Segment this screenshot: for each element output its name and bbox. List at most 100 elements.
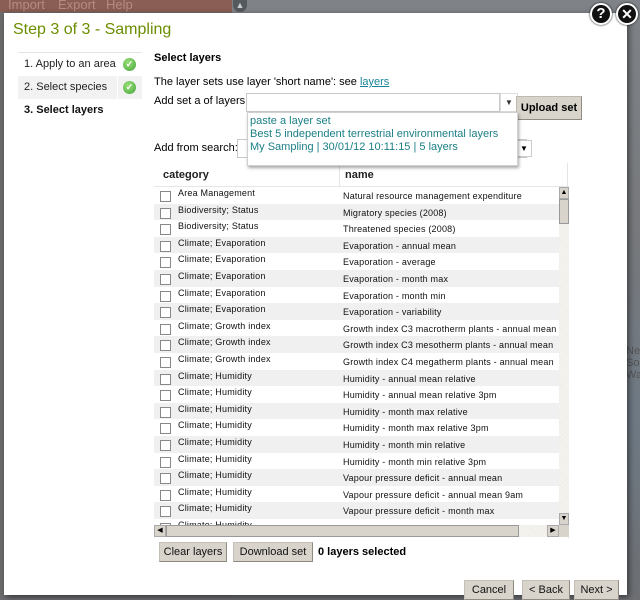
selected-count: 0 layers selected [318,546,407,558]
column-divider [567,163,568,187]
cell-category: Climate; Humidity [178,403,252,414]
section-heading: Select layers [154,52,222,64]
cell-name: Vapour pressure deficit - month max [343,506,495,517]
cell-category: Area Management [178,188,256,198]
cell-category: Climate; Evaporation [178,304,266,315]
layer-set-combobox[interactable] [246,93,500,112]
cell-category: Climate; Evaporation [178,270,266,281]
layers-table: category name Area Management Natural res… [154,163,569,539]
divider [117,76,118,99]
dropdown-option-best5[interactable]: Best 5 independent terrestrial environme… [248,128,517,141]
background-menu-bar: Import Export Help [0,0,232,12]
layer-checkbox[interactable] [160,439,171,451]
download-set-button[interactable]: Download set [233,542,313,562]
back-button[interactable]: < Back [522,580,570,600]
layer-checkbox[interactable] [160,290,171,302]
horizontal-scrollbar[interactable]: ◀ ▶ [154,525,559,537]
layer-checkbox[interactable] [160,340,171,352]
dropdown-option-my-sampling[interactable]: My Sampling | 30/01/12 10:11:15 | 5 laye… [248,141,517,154]
step-select-species[interactable]: 2. Select species ✓ [18,76,142,99]
info-text-body: The layer sets use layer 'short name': s… [154,76,360,88]
cell-category: Climate; Humidity [178,453,252,464]
table-body: Area Management Natural resource manageme… [154,187,559,525]
layer-checkbox[interactable] [160,356,171,368]
layer-checkbox[interactable] [160,257,171,269]
cell-name: Humidity - month min relative 3pm [343,456,487,467]
help-icon[interactable]: ? [590,3,612,25]
scroll-down-icon[interactable]: ▼ [559,513,569,525]
table-row[interactable]: Climate; Humidity Humidity - month min re… [154,453,559,470]
sampling-dialog: Step 3 of 3 - Sampling ? ✕ 1. Apply to a… [4,3,638,600]
cell-category: Climate; Evaporation [178,237,266,248]
layer-checkbox[interactable] [160,273,171,285]
scroll-up-icon[interactable]: ▲ [559,187,569,199]
layer-checkbox[interactable] [160,373,171,385]
table-row[interactable]: Climate; Growth index Growth index C3 mes… [154,336,559,353]
clear-layers-button[interactable]: Clear layers [159,542,227,562]
table-row[interactable]: Climate; Humidity Humidity - month max re… [154,402,559,420]
table-row[interactable]: Climate; Humidity Humidity - month max re… [154,419,559,436]
cancel-button[interactable]: Cancel [464,580,514,600]
dialog-title: Step 3 of 3 - Sampling [13,21,172,38]
table-row[interactable]: Area Management Natural resource manageme… [154,187,559,204]
layer-checkbox[interactable] [160,473,171,485]
cell-category: Climate; Evaporation [178,254,266,265]
table-row[interactable]: Climate; Humidity Humidity - annual mean … [154,386,559,403]
column-header-category[interactable]: category [163,169,209,181]
scrollbar-thumb[interactable] [166,525,519,537]
cell-name: Growth index C3 mesotherm plants - annua… [343,340,554,351]
layers-link[interactable]: layers [360,76,389,88]
info-text: The layer sets use layer 'short name': s… [154,76,389,88]
cell-name: Humidity - annual mean relative [343,373,476,384]
check-icon: ✓ [123,81,136,94]
layer-checkbox[interactable] [160,506,171,518]
layer-checkbox[interactable] [160,307,171,319]
table-row[interactable]: Climate; Evaporation Evaporation - month … [154,269,559,287]
layer-checkbox[interactable] [160,390,171,402]
scroll-right-icon[interactable]: ▶ [547,525,559,537]
table-row[interactable]: Climate; Humidity Humidity - month min re… [154,435,559,453]
next-button[interactable]: Next > [574,580,619,600]
step-label: 1. Apply to an area [24,58,116,70]
step-apply-to-area[interactable]: 1. Apply to an area ✓ [18,53,142,76]
layer-checkbox[interactable] [160,224,171,236]
scroll-left-icon[interactable]: ◀ [154,525,166,537]
cell-category: Climate; Humidity [178,387,252,398]
step-select-layers[interactable]: 3. Select layers [18,99,142,122]
layer-checkbox[interactable] [160,489,171,501]
scrollbar-thumb[interactable] [559,199,569,224]
cell-name: Vapour pressure deficit - annual mean [343,473,503,484]
table-row[interactable]: Climate; Evaporation Evaporation - variab… [154,303,559,320]
table-row[interactable]: Climate; Humidity Vapour pressure deficit… [154,502,559,519]
vertical-scrollbar[interactable]: ▲ ▼ [559,187,569,525]
table-row[interactable]: Climate; Evaporation Evaporation - month … [154,287,559,304]
menu-help[interactable]: Help [106,0,133,12]
table-row[interactable]: Biodiversity; Status Threatened species (… [154,220,559,237]
table-row[interactable]: Climate; Evaporation Evaporation - averag… [154,253,559,270]
cell-name: Growth index C3 macrotherm plants - annu… [343,323,557,334]
table-row[interactable]: Climate; Humidity Humidity - annual mean … [154,369,559,387]
layer-checkbox[interactable] [160,423,171,435]
close-icon[interactable]: ✕ [616,3,638,25]
menu-import[interactable]: Import [8,0,45,12]
upload-set-button[interactable]: Upload set [516,96,582,120]
chevron-down-icon[interactable]: ▼ [516,140,532,157]
dropdown-option-paste[interactable]: paste a layer set [248,115,517,128]
layer-checkbox[interactable] [160,456,171,468]
column-header-name[interactable]: name [345,169,374,181]
cell-name: Humidity - annual mean relative 3pm [343,390,497,401]
table-row[interactable]: Climate; Humidity Vapour pressure deficit… [154,469,559,486]
layer-checkbox[interactable] [160,240,171,252]
table-row[interactable]: Climate; Growth index Growth index C4 meg… [154,353,559,370]
layer-checkbox[interactable] [160,191,171,202]
table-row[interactable]: Climate; Evaporation Evaporation - annual… [154,236,559,254]
menu-export[interactable]: Export [58,0,96,12]
layer-checkbox[interactable] [160,207,171,219]
table-row[interactable]: Climate; Growth index Growth index C3 mac… [154,320,559,337]
layer-checkbox[interactable] [160,323,171,335]
table-row[interactable]: Biodiversity; Status Migratory species (2… [154,203,559,221]
table-row[interactable]: Climate; Humidity Vapour pressure deficit… [154,486,559,503]
cell-name: Humidity - month min relative [343,439,466,450]
layer-checkbox[interactable] [160,406,171,418]
cell-name: Threatened species (2008) [343,224,456,235]
